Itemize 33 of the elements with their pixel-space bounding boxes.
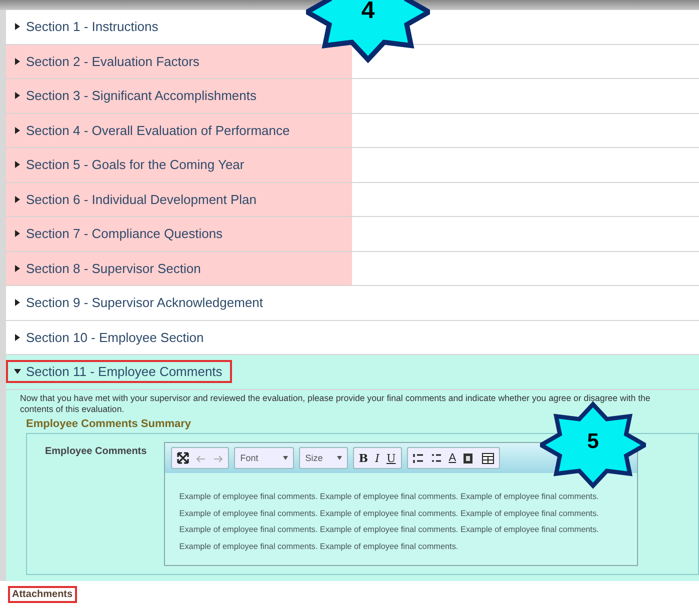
comments-text: Example of employee final comments. Example of employee final comments. Example of employee final comments. Example of employee final comments. Example of employee final comments. Example of employee final comments. Example of employee final comments. Example of employee final comments. Example of employee final comments. Example of employee final comments. Example of employee final comments. bbox=[178, 491, 600, 553]
caret-icon bbox=[283, 456, 288, 460]
instructions-text: Now that you have met with your supervisor and reviewed the evaluation, please provide your final comments and indicate whether you agree or disagree with the contents of this evaluation. bbox=[20, 392, 652, 416]
field-label: Employee Comments bbox=[45, 445, 148, 460]
table-icon[interactable] bbox=[482, 452, 494, 464]
attachments-label: Attachments bbox=[8, 586, 77, 603]
caret-icon bbox=[14, 92, 21, 100]
section-header[interactable]: Section 1 - Instructions bbox=[6, 15, 168, 38]
caret-icon bbox=[14, 368, 21, 376]
caret-icon bbox=[14, 264, 21, 272]
caret-icon bbox=[14, 126, 21, 134]
highlight-color-icon[interactable] bbox=[463, 452, 476, 464]
caret-icon bbox=[336, 456, 342, 460]
maximize-icon[interactable] bbox=[177, 452, 190, 464]
section-header[interactable]: Section 10 - Employee Section bbox=[6, 326, 214, 349]
caret-icon bbox=[14, 299, 21, 306]
numbered-list-icon[interactable] bbox=[412, 452, 424, 464]
caret-icon bbox=[14, 334, 21, 341]
font-dropdown[interactable]: Font bbox=[234, 447, 294, 470]
size-dropdown[interactable]: Size bbox=[299, 447, 348, 470]
caret-icon bbox=[14, 58, 21, 65]
summary-title: Employee Comments Summary bbox=[25, 418, 192, 430]
italic-button[interactable]: I bbox=[375, 452, 380, 465]
bold-button[interactable]: B bbox=[358, 452, 368, 465]
section-header[interactable]: Section 11 - Employee Comments bbox=[6, 360, 232, 384]
section-header[interactable]: Section 9 - Supervisor Acknowledgement bbox=[6, 291, 274, 314]
underline-button[interactable]: U bbox=[386, 452, 396, 465]
caret-icon bbox=[14, 196, 21, 203]
caret-icon bbox=[14, 230, 21, 238]
bullet-list-icon[interactable] bbox=[430, 452, 442, 464]
text-color-button[interactable]: A bbox=[448, 452, 456, 464]
caret-icon bbox=[14, 161, 21, 168]
caret-icon bbox=[14, 23, 21, 30]
